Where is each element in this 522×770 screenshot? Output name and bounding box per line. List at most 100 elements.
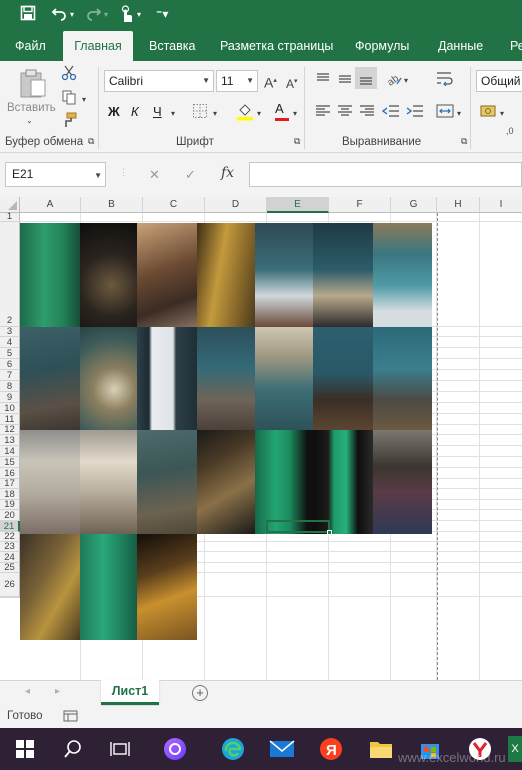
- underline-dropdown-icon[interactable]: ▾: [171, 106, 175, 122]
- undo-icon[interactable]: [51, 5, 67, 26]
- italic-button[interactable]: К: [131, 104, 139, 120]
- scroll-right-icon[interactable]: ▸: [55, 686, 60, 697]
- photo-tile[interactable]: [80, 534, 137, 640]
- row-header-12[interactable]: 12: [0, 425, 20, 435]
- align-right-icon[interactable]: [359, 103, 375, 123]
- row-header-2[interactable]: 2: [0, 222, 20, 327]
- row-header-17[interactable]: 17: [0, 479, 20, 489]
- photo-tile[interactable]: [137, 534, 197, 640]
- column-header-e[interactable]: E: [267, 197, 329, 213]
- row-header-13[interactable]: 13: [0, 435, 20, 446]
- undo-dropdown-icon[interactable]: ▾: [70, 10, 74, 19]
- edge-browser-icon[interactable]: [221, 737, 245, 764]
- column-header-i[interactable]: I: [480, 197, 522, 213]
- search-icon[interactable]: [63, 739, 83, 762]
- row-header-20[interactable]: 20: [0, 510, 20, 521]
- row-header-25[interactable]: 25: [0, 563, 20, 573]
- photo-tile[interactable]: [80, 327, 137, 431]
- font-name-combo[interactable]: Calibri ▼: [104, 70, 214, 92]
- fill-dropdown-icon[interactable]: ▾: [257, 106, 261, 122]
- photo-tile[interactable]: [255, 223, 313, 327]
- align-left-icon[interactable]: [315, 103, 331, 123]
- copy-dropdown-icon[interactable]: ▾: [82, 92, 86, 108]
- row-header-19[interactable]: 19: [0, 500, 20, 510]
- alignment-launcher-icon[interactable]: ⧉: [461, 136, 467, 147]
- fill-color-icon[interactable]: [236, 101, 254, 125]
- increase-indent-icon[interactable]: [406, 103, 424, 123]
- macro-record-icon[interactable]: [63, 709, 79, 726]
- photo-tile[interactable]: [197, 327, 255, 431]
- photo-tile[interactable]: [80, 430, 137, 534]
- font-color-button[interactable]: A: [275, 101, 289, 121]
- cut-icon[interactable]: [61, 65, 77, 85]
- sheet-tab-active[interactable]: Лист1: [101, 680, 159, 705]
- row-header-5[interactable]: 5: [0, 348, 20, 359]
- font-size-combo[interactable]: 11 ▼: [216, 70, 258, 92]
- photo-tile[interactable]: [373, 430, 432, 534]
- decrease-indent-icon[interactable]: [381, 103, 400, 123]
- column-header-b[interactable]: B: [81, 197, 143, 213]
- file-explorer-icon[interactable]: [369, 739, 393, 762]
- photo-tile[interactable]: [80, 223, 137, 327]
- row-header-9[interactable]: 9: [0, 392, 20, 403]
- currency-format-icon[interactable]: [480, 103, 498, 123]
- paste-dropdown-icon[interactable]: ⌄: [26, 116, 33, 125]
- tab-review[interactable]: Ре: [510, 31, 522, 61]
- paste-label[interactable]: Вставить: [7, 102, 56, 114]
- align-top-icon[interactable]: [315, 71, 331, 91]
- paste-icon[interactable]: [18, 68, 48, 101]
- column-header-c[interactable]: C: [143, 197, 205, 213]
- underline-button[interactable]: Ч: [153, 104, 162, 120]
- tab-home[interactable]: Главная: [63, 31, 133, 61]
- borders-dropdown-icon[interactable]: ▾: [213, 106, 217, 122]
- align-center-icon[interactable]: [337, 103, 353, 123]
- selected-cell[interactable]: [266, 520, 332, 535]
- grow-font-button[interactable]: A▴: [264, 73, 277, 91]
- format-painter-icon[interactable]: [61, 112, 77, 132]
- photo-tile[interactable]: [313, 327, 373, 431]
- save-icon[interactable]: [20, 5, 36, 26]
- photo-tile[interactable]: [20, 223, 80, 327]
- scroll-left-icon[interactable]: ◂: [25, 686, 30, 697]
- row-header-15[interactable]: 15: [0, 457, 20, 468]
- align-middle-icon[interactable]: [337, 71, 353, 91]
- fill-handle[interactable]: [327, 530, 332, 535]
- enter-icon[interactable]: ✓: [185, 167, 196, 183]
- touch-dropdown-icon[interactable]: ▾: [137, 10, 141, 19]
- copy-icon[interactable]: [61, 89, 77, 109]
- redo-dropdown-icon[interactable]: ▾: [104, 10, 108, 19]
- insert-function-button[interactable]: fx: [221, 165, 234, 181]
- cancel-icon[interactable]: ✕: [149, 167, 160, 183]
- bold-button[interactable]: Ж: [108, 104, 120, 120]
- orientation-dropdown-icon[interactable]: ▾: [404, 73, 408, 89]
- row-header-7[interactable]: 7: [0, 370, 20, 381]
- photo-tile[interactable]: [137, 223, 197, 327]
- orientation-icon[interactable]: ab: [385, 70, 403, 90]
- wrap-text-icon[interactable]: [436, 70, 454, 90]
- photo-tile[interactable]: [313, 430, 373, 534]
- currency-dropdown-icon[interactable]: ▾: [500, 106, 504, 122]
- formula-input[interactable]: [249, 162, 522, 187]
- photo-tile[interactable]: [255, 430, 313, 534]
- windows-start-icon[interactable]: [16, 740, 34, 761]
- yandex-browser-icon[interactable]: Я: [319, 737, 343, 764]
- column-header-a[interactable]: A: [20, 197, 81, 213]
- photo-tile[interactable]: [373, 223, 432, 327]
- photo-tile[interactable]: [313, 223, 373, 327]
- column-header-d[interactable]: D: [205, 197, 267, 213]
- formula-bar-grip-icon[interactable]: ⋮: [119, 167, 128, 178]
- column-header-g[interactable]: G: [391, 197, 437, 213]
- merge-dropdown-icon[interactable]: ▾: [457, 106, 461, 122]
- photo-tile[interactable]: [197, 430, 255, 534]
- merge-cells-icon[interactable]: [436, 103, 454, 123]
- row-header-26[interactable]: 26: [0, 573, 20, 597]
- worksheet-grid[interactable]: ABCDEFGHI 1 2 3 4 5 6 7 8 9 10 11 12 13 14 15 16 17 18 19 2…: [0, 197, 522, 680]
- redo-icon[interactable]: [86, 5, 102, 26]
- borders-icon[interactable]: [192, 103, 208, 123]
- font-launcher-icon[interactable]: ⧉: [294, 136, 300, 147]
- align-bottom-icon[interactable]: [355, 67, 377, 89]
- row-header-8[interactable]: 8: [0, 381, 20, 392]
- row-header-3[interactable]: 3: [0, 327, 20, 337]
- row-header-4[interactable]: 4: [0, 337, 20, 348]
- photo-tile[interactable]: [255, 327, 313, 431]
